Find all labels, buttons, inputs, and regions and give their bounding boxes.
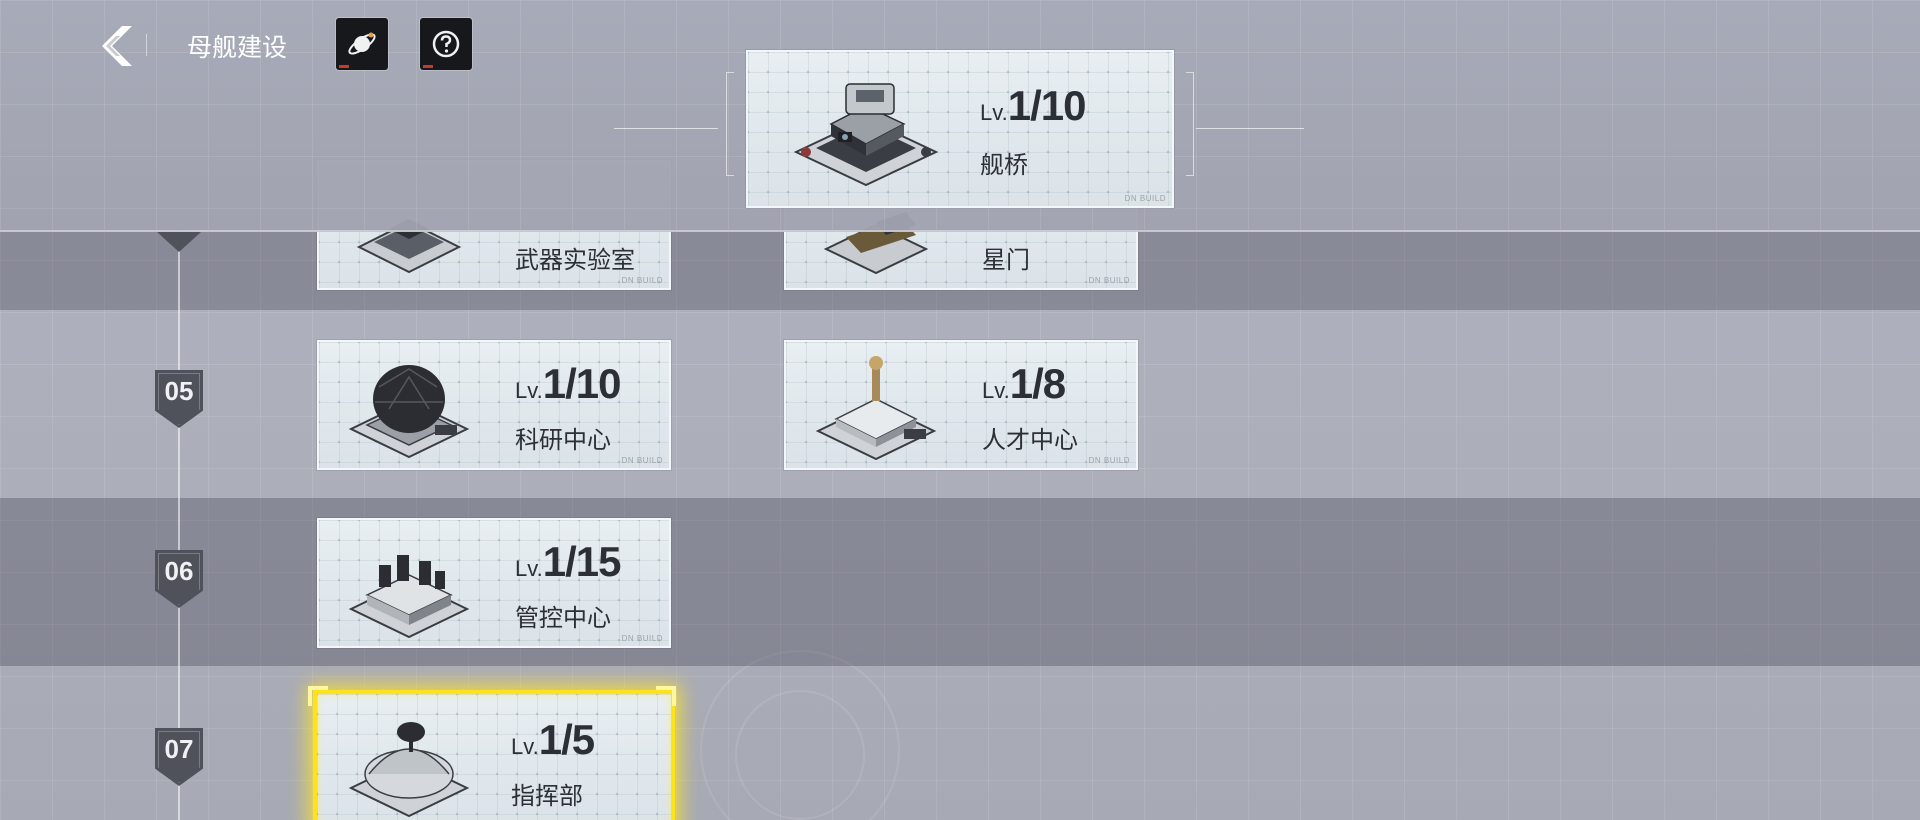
page-title: 母舰建设 (187, 33, 288, 62)
building-name: 指挥部 (511, 782, 583, 810)
highlight-corner (308, 686, 328, 706)
building-card-control-center[interactable]: Lv.1/15 管控中心 DN BUILD (317, 518, 671, 648)
help-button[interactable] (420, 18, 472, 70)
research-center-building-icon (348, 365, 470, 459)
building-card-command-hq[interactable]: Lv.1/5 指挥部 (313, 690, 675, 820)
bracket-left (726, 72, 734, 176)
card-watermark: DN BUILD (621, 456, 663, 465)
bridge-building-icon (793, 83, 939, 187)
building-card-talent-center[interactable]: Lv.1/8 人才中心 DN BUILD (784, 340, 1138, 470)
row-number: 06 (164, 556, 194, 586)
card-watermark: DN BUILD (1124, 194, 1166, 203)
header-divider (146, 34, 147, 56)
back-chevron-icon (102, 26, 132, 66)
building-name: 武器实验室 (515, 246, 635, 274)
row-number: 07 (164, 734, 194, 764)
control-center-building-icon (348, 555, 470, 639)
level-label: Lv.1/5 (511, 716, 595, 763)
building-name: 人才中心 (982, 426, 1078, 454)
building-name: 星门 (982, 246, 1030, 274)
connector-line-left (614, 128, 718, 129)
help-icon (432, 30, 460, 58)
level-label: Lv.1/8 (982, 360, 1066, 407)
card-watermark: DN BUILD (1088, 276, 1130, 285)
back-button[interactable] (96, 22, 136, 70)
building-name: 舰桥 (980, 151, 1028, 179)
planet-icon (348, 32, 376, 55)
building-card-bridge[interactable]: Lv.1/10 舰桥 DN BUILD (746, 50, 1174, 208)
talent-center-building-icon (815, 356, 937, 461)
bracket-right (1186, 72, 1194, 176)
card-watermark: DN BUILD (1088, 456, 1130, 465)
command-hq-building-icon (348, 722, 470, 818)
card-watermark: DN BUILD (621, 634, 663, 643)
row-band-06 (0, 498, 1920, 666)
level-label: Lv.1/10 (980, 82, 1086, 129)
level-label: Lv.1/15 (515, 538, 621, 585)
card-watermark: DN BUILD (621, 276, 663, 285)
row-band-07 (0, 666, 1920, 820)
building-card-research-center[interactable]: Lv.1/10 科研中心 DN BUILD (317, 340, 671, 470)
highlight-corner (656, 686, 676, 706)
building-name: 科研中心 (515, 426, 611, 454)
planet-button[interactable] (336, 18, 388, 70)
building-name: 管控中心 (515, 604, 611, 632)
connector-line-right (1196, 128, 1304, 129)
level-label: Lv.1/10 (515, 360, 621, 407)
row-number: 05 (164, 376, 194, 406)
